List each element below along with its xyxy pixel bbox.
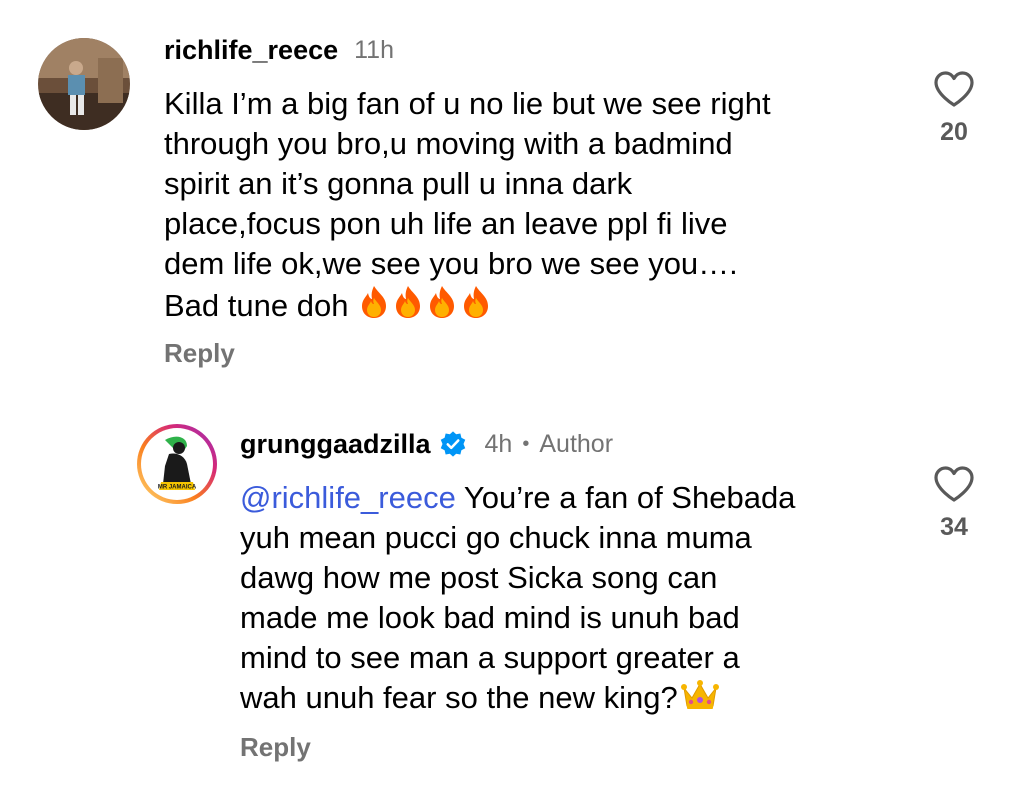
comment-line: mind to see man a support greater a: [240, 640, 740, 675]
comment-last-line: Bad tune doh: [164, 284, 771, 326]
comment-line: dem life ok,we see you bro we see you….: [164, 246, 738, 281]
comment-line: dawg how me post Sicka song can: [240, 560, 718, 595]
mention-link[interactable]: @richlife_reece: [240, 480, 456, 515]
heart-icon: [934, 71, 974, 107]
avatar-logo-text: MR JAMAICA: [158, 485, 197, 491]
comment-line: wah unuh fear so the new king?: [240, 680, 678, 715]
comment-text: Killa I’m a big fan of u no lie but we s…: [164, 84, 771, 326]
like-count: 34: [940, 513, 968, 541]
username[interactable]: grunggaadzilla: [240, 429, 431, 460]
comment-line: through you bro,u moving with a badmind: [164, 126, 733, 161]
verified-badge-icon: [440, 431, 465, 457]
emoji-group: [680, 678, 719, 712]
timestamp: 11h: [354, 35, 394, 64]
heart-icon: [934, 466, 974, 502]
crown-icon: [680, 680, 719, 709]
avatar[interactable]: [38, 38, 130, 130]
author-label: Author: [539, 429, 614, 458]
like-button[interactable]: 20: [924, 70, 984, 147]
comment-line: made me look bad mind is unuh bad: [240, 600, 740, 635]
timestamp: 4h: [484, 429, 513, 458]
fire-icon: [430, 286, 455, 318]
reply-button[interactable]: Reply: [240, 732, 311, 763]
comment-line: spirit an it’s gonna pull u inna dark: [164, 166, 633, 201]
emoji-group: [356, 284, 492, 320]
separator-dot: •: [522, 432, 530, 455]
username[interactable]: richlife_reece: [164, 35, 338, 66]
comment-text: @richlife_reece You’re a fan of Shebada …: [240, 478, 795, 718]
comment-line: Bad tune doh: [164, 288, 349, 323]
like-button[interactable]: 34: [924, 465, 984, 542]
comment-first-line: @richlife_reece You’re a fan of Shebada: [240, 478, 795, 518]
like-count: 20: [940, 118, 968, 146]
reply-button[interactable]: Reply: [164, 338, 235, 369]
comment-line: Killa I’m a big fan of u no lie but we s…: [164, 86, 771, 121]
avatar[interactable]: MR JAMAICA: [135, 422, 219, 506]
fire-icon: [396, 286, 421, 318]
comment-line: yuh mean pucci go chuck inna muma: [240, 520, 752, 555]
comment-last-line: wah unuh fear so the new king?: [240, 678, 795, 718]
fire-icon: [464, 286, 489, 318]
comment-line: You’re a fan of Shebada: [455, 480, 796, 515]
comment-line: place,focus pon uh life an leave ppl fi …: [164, 206, 728, 241]
fire-icon: [362, 286, 387, 318]
